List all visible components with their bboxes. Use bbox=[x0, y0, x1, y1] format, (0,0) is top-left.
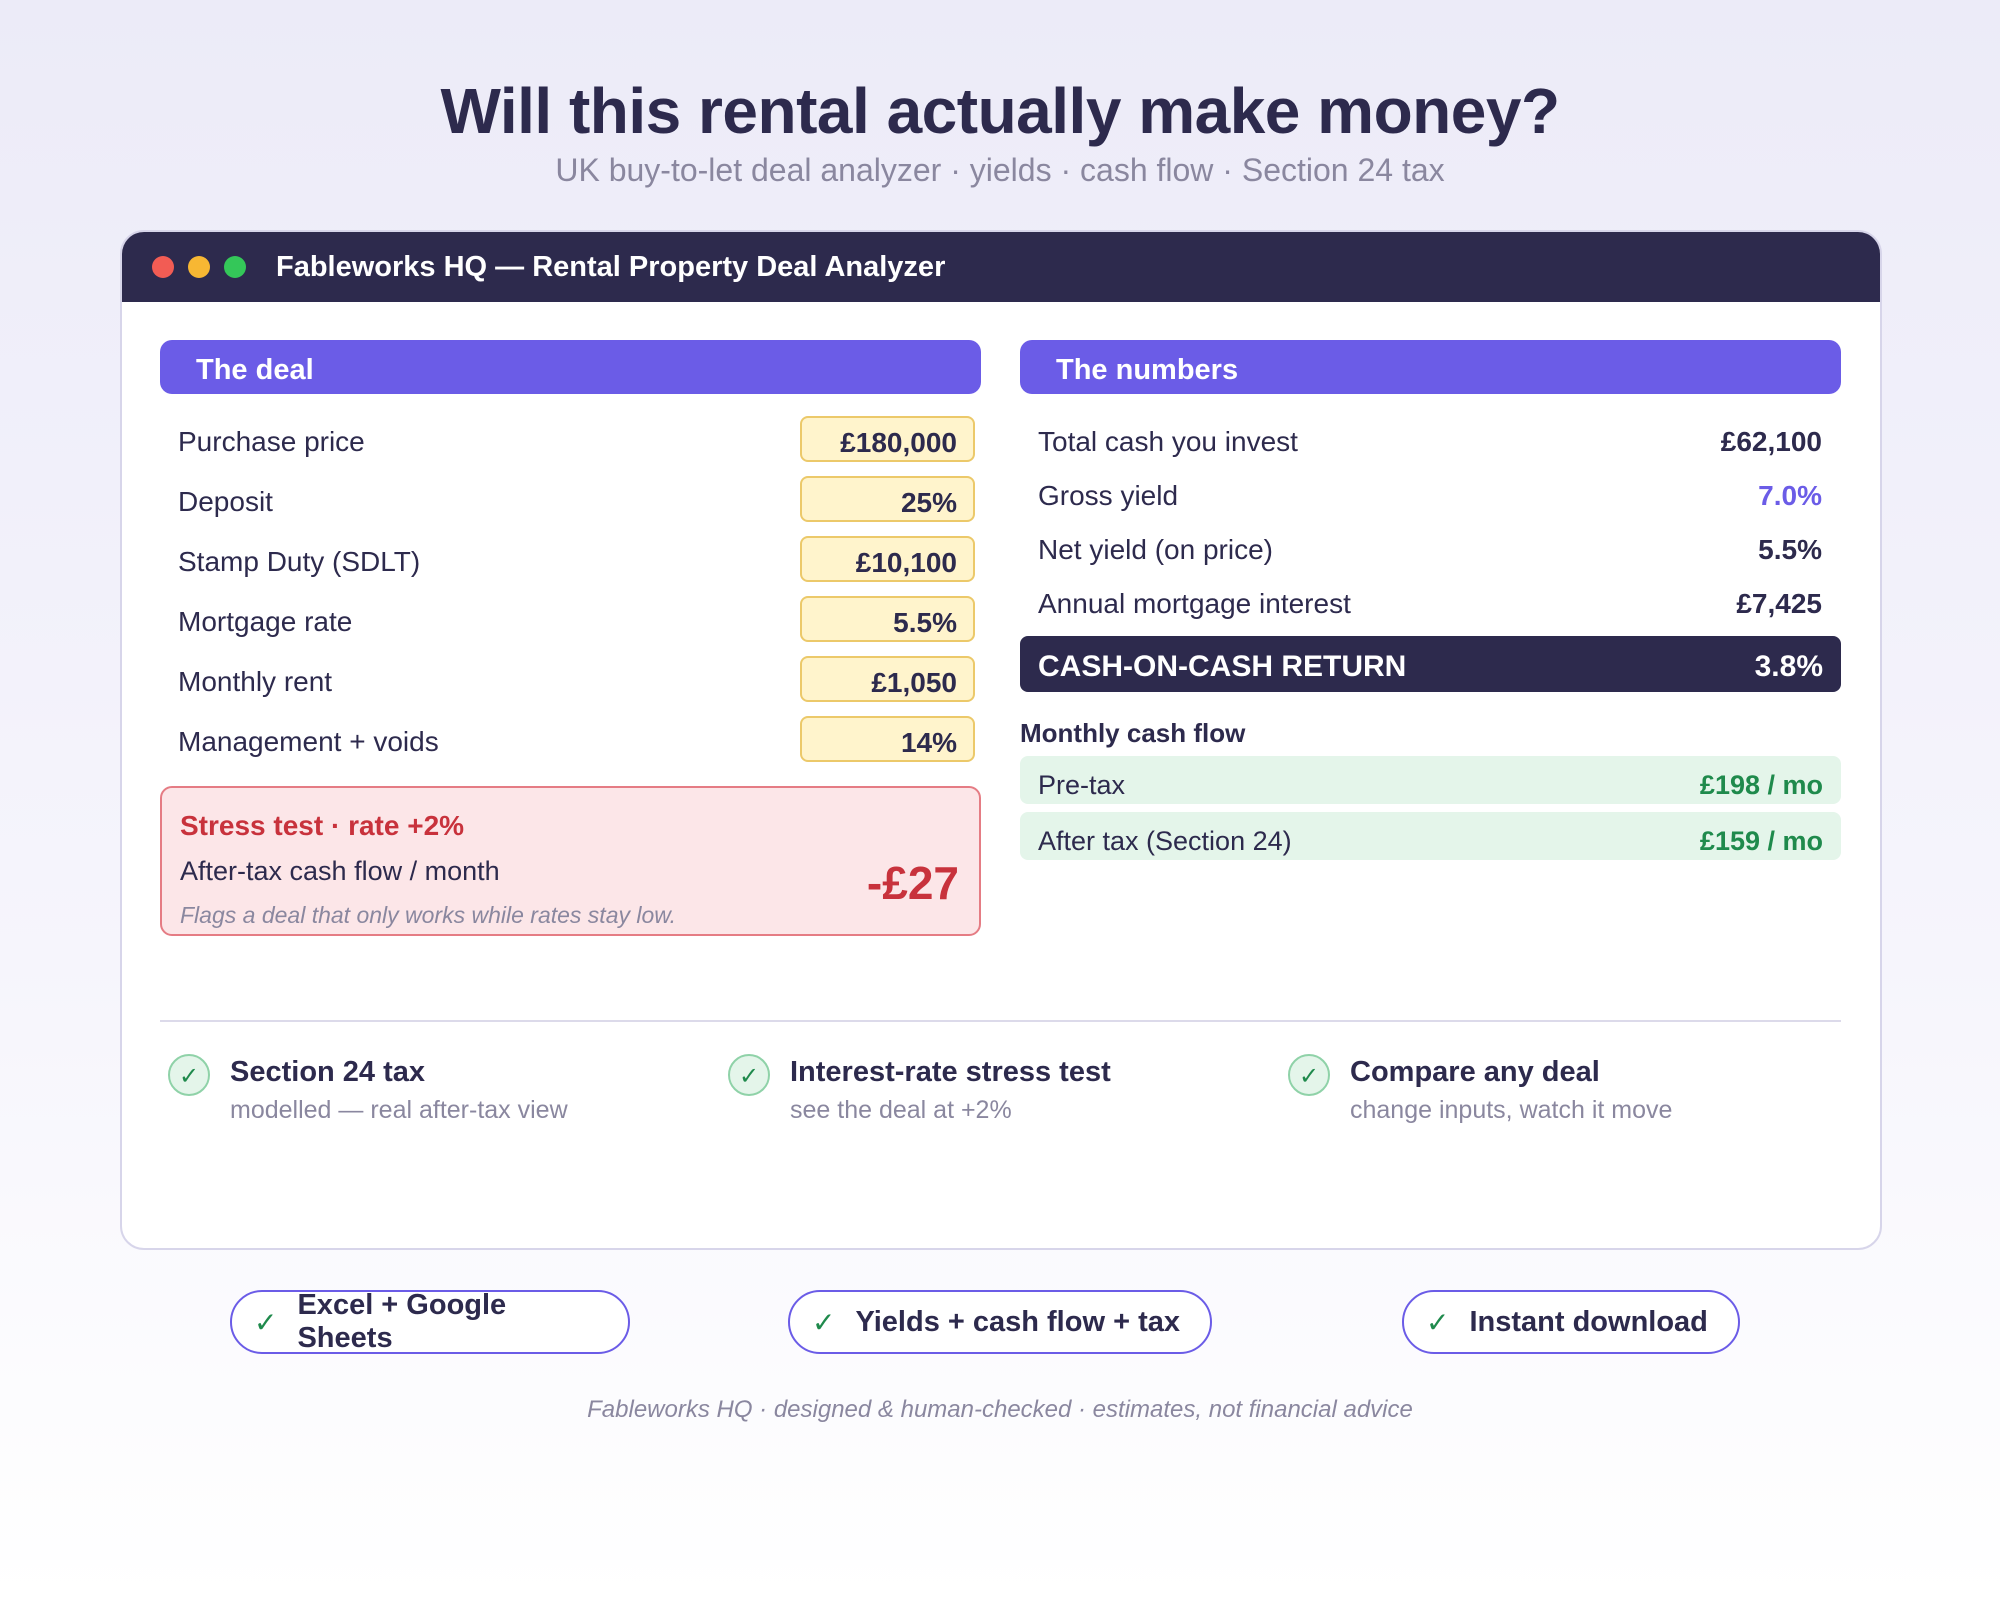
pill-excel-sheets: ✓ Excel + Google Sheets bbox=[230, 1289, 630, 1354]
cash-flow-value: £198 / mo bbox=[1699, 770, 1823, 800]
divider bbox=[160, 1020, 1841, 1022]
stress-test-title: Stress test · rate +2% bbox=[180, 810, 465, 841]
cash-flow-value: £159 / mo bbox=[1699, 826, 1823, 856]
input-label: Stamp Duty (SDLT) bbox=[178, 546, 421, 577]
feature-title: Interest-rate stress test bbox=[790, 1056, 1111, 1088]
input-row-purchase-price: Purchase price £180,000 bbox=[178, 416, 975, 464]
output-value: £7,425 bbox=[1736, 588, 1822, 619]
window-titlebar: Fableworks HQ — Rental Property Deal Ana… bbox=[122, 232, 1880, 302]
management-voids-input[interactable]: 14% bbox=[800, 716, 975, 762]
window-title: Fableworks HQ — Rental Property Deal Ana… bbox=[276, 250, 946, 283]
output-label: Annual mortgage interest bbox=[1038, 588, 1351, 619]
cash-flow-label: After tax (Section 24) bbox=[1038, 826, 1292, 856]
pill-yields-cash-flow-tax: ✓ Yields + cash flow + tax bbox=[788, 1290, 1212, 1354]
input-row-deposit: Deposit 25% bbox=[178, 476, 975, 524]
check-icon: ✓ bbox=[728, 1054, 770, 1096]
cash-flow-row-after-tax: After tax (Section 24) £159 / mo bbox=[1020, 812, 1841, 860]
minimize-window-button[interactable] bbox=[188, 256, 210, 278]
cash-flow-label: Pre-tax bbox=[1038, 770, 1126, 800]
coc-value: 3.8% bbox=[1754, 650, 1823, 683]
output-value: 5.5% bbox=[1758, 534, 1822, 565]
coc-label: CASH-ON-CASH RETURN bbox=[1038, 650, 1407, 683]
input-label: Management + voids bbox=[178, 726, 439, 757]
deposit-input[interactable]: 25% bbox=[800, 476, 975, 522]
stamp-duty-input[interactable]: £10,100 bbox=[800, 536, 975, 582]
stress-test-note: Flags a deal that only works while rates… bbox=[180, 902, 677, 928]
footer-note: Fableworks HQ · designed & human-checked… bbox=[587, 1396, 1413, 1423]
stress-test-label: After-tax cash flow / month bbox=[180, 856, 500, 886]
pill-instant-download: ✓ Instant download bbox=[1402, 1290, 1740, 1354]
close-window-button[interactable] bbox=[152, 256, 174, 278]
check-icon: ✓ bbox=[1288, 1054, 1330, 1096]
output-label: Net yield (on price) bbox=[1038, 534, 1273, 565]
input-row-monthly-rent: Monthly rent £1,050 bbox=[178, 656, 975, 704]
feature-compare-deal: ✓ Compare any deal change inputs, watch … bbox=[1280, 1052, 1820, 1132]
output-label: Gross yield bbox=[1038, 480, 1179, 511]
output-row-total-cash: Total cash you invest £62,100 bbox=[1038, 424, 1822, 464]
feature-stress-test: ✓ Interest-rate stress test see the deal… bbox=[720, 1052, 1260, 1132]
monthly-cash-flow-heading: Monthly cash flow bbox=[1020, 718, 1246, 748]
feature-title: Section 24 tax bbox=[230, 1056, 426, 1088]
pill-label: Yields + cash flow + tax bbox=[855, 1305, 1180, 1338]
stress-test-value: -£27 bbox=[866, 857, 959, 909]
input-label: Purchase price bbox=[178, 426, 365, 457]
numbers-panel-heading: The numbers bbox=[1020, 340, 1841, 394]
output-row-net-yield: Net yield (on price) 5.5% bbox=[1038, 532, 1822, 572]
feature-section-24: ✓ Section 24 tax modelled — real after-t… bbox=[160, 1052, 700, 1132]
output-label: Total cash you invest bbox=[1038, 426, 1298, 457]
check-icon: ✓ bbox=[812, 1305, 836, 1339]
input-label: Deposit bbox=[178, 486, 273, 517]
output-value: 7.0% bbox=[1758, 480, 1822, 511]
input-label: Mortgage rate bbox=[178, 606, 353, 637]
page-subtitle: UK buy-to-let deal analyzer · yields · c… bbox=[555, 152, 1445, 188]
output-value: £62,100 bbox=[1720, 426, 1822, 457]
feature-title: Compare any deal bbox=[1350, 1056, 1600, 1088]
purchase-price-input[interactable]: £180,000 bbox=[800, 416, 975, 462]
cash-on-cash-return-bar: CASH-ON-CASH RETURN 3.8% bbox=[1020, 636, 1841, 692]
monthly-rent-input[interactable]: £1,050 bbox=[800, 656, 975, 702]
input-row-mortgage-rate: Mortgage rate 5.5% bbox=[178, 596, 975, 644]
cash-flow-row-pre-tax: Pre-tax £198 / mo bbox=[1020, 756, 1841, 804]
check-icon: ✓ bbox=[1426, 1305, 1450, 1339]
feature-subtitle: modelled — real after-tax view bbox=[230, 1096, 568, 1124]
output-row-mortgage-interest: Annual mortgage interest £7,425 bbox=[1038, 586, 1822, 626]
feature-subtitle: see the deal at +2% bbox=[790, 1096, 1012, 1124]
mortgage-rate-input[interactable]: 5.5% bbox=[800, 596, 975, 642]
maximize-window-button[interactable] bbox=[224, 256, 246, 278]
input-label: Monthly rent bbox=[178, 666, 333, 697]
feature-subtitle: change inputs, watch it move bbox=[1350, 1096, 1673, 1124]
output-row-gross-yield: Gross yield 7.0% bbox=[1038, 478, 1822, 518]
pill-label: Instant download bbox=[1469, 1305, 1708, 1338]
deal-panel-heading: The deal bbox=[160, 340, 981, 394]
check-icon: ✓ bbox=[168, 1054, 210, 1096]
input-row-stamp-duty: Stamp Duty (SDLT) £10,100 bbox=[178, 536, 975, 584]
stress-test-box: Stress test · rate +2% After-tax cash fl… bbox=[160, 786, 981, 936]
input-row-management-voids: Management + voids 14% bbox=[178, 716, 975, 764]
pill-label: Excel + Google Sheets bbox=[297, 1289, 507, 1354]
page-title: Will this rental actually make money? bbox=[440, 75, 1560, 147]
check-icon: ✓ bbox=[254, 1305, 278, 1339]
